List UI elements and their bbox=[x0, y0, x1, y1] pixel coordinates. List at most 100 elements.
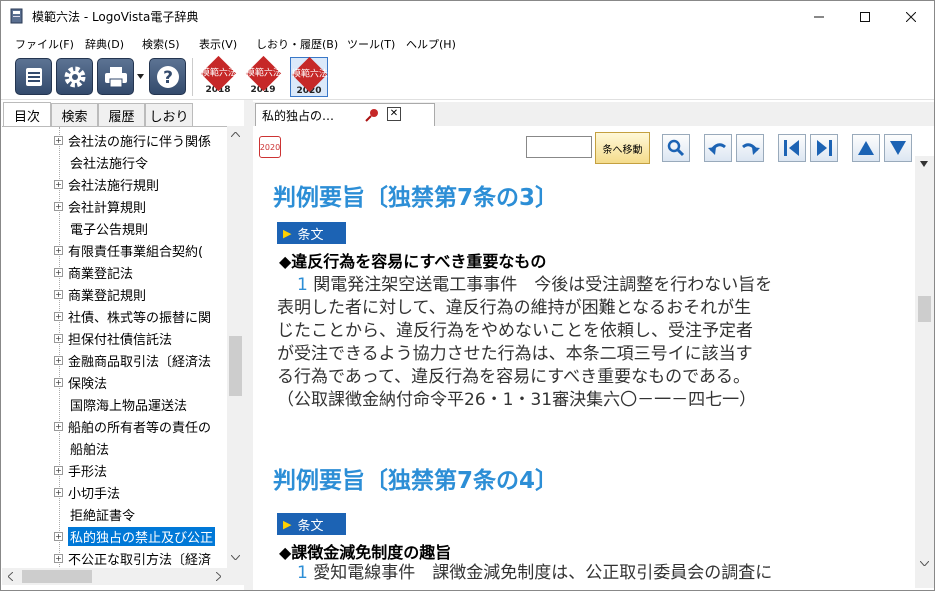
section-heading: 判例要旨〔独禁第7条の4〕 bbox=[273, 468, 559, 494]
tree-item[interactable]: + 手形法 bbox=[54, 459, 107, 481]
search-button[interactable] bbox=[662, 134, 690, 162]
tab-history[interactable]: 履歴 bbox=[98, 103, 145, 126]
scroll-left-arrow-icon[interactable] bbox=[8, 572, 13, 581]
edition-badge[interactable]: 2020 bbox=[259, 136, 281, 158]
document-tab[interactable]: 私的独占の… ✕ bbox=[255, 103, 435, 126]
menu-bookmark-history[interactable]: しおり・履歴(B) bbox=[256, 36, 338, 52]
article-text-link[interactable]: ▶ 条文 bbox=[277, 222, 346, 244]
tree-item[interactable]: + 社債、株式等の振替に関 bbox=[54, 305, 211, 327]
tree-item[interactable]: + 商業登記規則 bbox=[54, 283, 146, 305]
scroll-down-arrow-icon[interactable] bbox=[231, 555, 240, 560]
tree-item[interactable]: + 金融商品取引法〔経済法 bbox=[54, 349, 211, 371]
dictionary-list-button[interactable] bbox=[15, 58, 52, 95]
tree-item[interactable]: 拒絶証書令 bbox=[70, 503, 135, 525]
document-vertical-scrollbar[interactable] bbox=[915, 156, 934, 588]
print-button[interactable] bbox=[97, 58, 134, 95]
down-triangle-icon bbox=[890, 141, 906, 155]
tree-hscroll-thumb[interactable] bbox=[22, 570, 92, 583]
maximize-button[interactable] bbox=[842, 1, 888, 32]
tree-item[interactable]: + 船舶の所有者等の責任の bbox=[54, 415, 211, 437]
help-button[interactable]: ? bbox=[149, 58, 186, 95]
title-bar: 模範六法 - LogoVista電子辞典 bbox=[1, 1, 934, 32]
scroll-up-button[interactable] bbox=[852, 134, 880, 162]
expand-icon[interactable]: + bbox=[54, 377, 63, 387]
scroll-right-arrow-icon[interactable] bbox=[216, 572, 221, 581]
document-scroll-thumb[interactable] bbox=[918, 296, 931, 322]
menu-tools[interactable]: ツール(T) bbox=[347, 36, 395, 52]
pane-splitter[interactable] bbox=[244, 100, 253, 590]
paragraph-line: る行為であって、違反行為を容易にすべき重要なものである。 bbox=[277, 367, 750, 387]
tree-item[interactable]: 会社法施行令 bbox=[70, 151, 148, 173]
toolbar-separator bbox=[192, 58, 193, 96]
minimize-button[interactable] bbox=[796, 1, 842, 32]
expand-icon[interactable]: + bbox=[54, 267, 63, 277]
tree-item-label: 有限責任事業組合契約( bbox=[68, 244, 204, 260]
pin-icon[interactable] bbox=[365, 109, 379, 122]
menu-view[interactable]: 表示(V) bbox=[199, 36, 237, 52]
paragraph-line: （公取課徴金納付命令平26・1・31審決集六〇－一－四七一） bbox=[277, 390, 757, 410]
tree-horizontal-scrollbar[interactable] bbox=[2, 568, 244, 585]
app-book-icon bbox=[10, 8, 23, 24]
article-number-input[interactable] bbox=[526, 136, 592, 158]
settings-button[interactable] bbox=[56, 58, 93, 95]
tree-vertical-scrollbar[interactable] bbox=[227, 126, 244, 568]
previous-item-button[interactable] bbox=[778, 134, 806, 162]
history-back-button[interactable] bbox=[704, 134, 732, 162]
menu-help[interactable]: ヘルプ(H) bbox=[406, 36, 456, 52]
expand-icon[interactable]: + bbox=[54, 531, 63, 541]
expand-icon[interactable]: + bbox=[54, 311, 63, 321]
print-dropdown-arrow-icon[interactable] bbox=[137, 74, 144, 79]
tree-item[interactable]: + 小切手法 bbox=[54, 481, 120, 503]
tree-item[interactable]: 国際海上物品運送法 bbox=[70, 393, 187, 415]
tree-item[interactable]: + 会社法施行規則 bbox=[54, 173, 159, 195]
expand-icon[interactable]: + bbox=[54, 179, 63, 189]
expand-icon[interactable]: + bbox=[54, 355, 63, 365]
history-forward-button[interactable] bbox=[736, 134, 764, 162]
tab-bookmarks[interactable]: しおり bbox=[145, 103, 193, 126]
expand-icon[interactable]: + bbox=[54, 487, 63, 497]
dictionary-2019-button[interactable]: 模範六法 2019 bbox=[244, 55, 282, 97]
expand-icon[interactable]: + bbox=[54, 289, 63, 299]
dict-mark-2020: 模範六法 bbox=[290, 69, 328, 80]
tree-item[interactable]: + 商業登記法 bbox=[54, 261, 133, 283]
line-text: 愛知電線事件 課徴金減免制度は、公正取引委員会の調査に bbox=[313, 563, 773, 583]
tree-item[interactable]: 船舶法 bbox=[70, 437, 109, 459]
dictionary-2020-button[interactable]: 模範六法 2020 bbox=[290, 56, 328, 97]
paragraph-line: 表明した者に対して、違反行為の維持が困難となるおそれが生 bbox=[277, 298, 752, 318]
tree-item[interactable]: + 会社計算規則 bbox=[54, 195, 146, 217]
expand-icon[interactable]: + bbox=[54, 465, 63, 475]
tab-contents[interactable]: 目次 bbox=[3, 102, 51, 127]
scroll-down-arrow-icon[interactable] bbox=[920, 561, 929, 566]
next-icon bbox=[817, 140, 832, 156]
expand-icon[interactable]: + bbox=[54, 135, 63, 145]
tree-scroll-thumb[interactable] bbox=[229, 336, 242, 396]
expand-icon[interactable]: + bbox=[54, 553, 63, 563]
tree-item[interactable]: + 会社法の施行に伴う関係 bbox=[54, 129, 211, 151]
expand-icon[interactable]: + bbox=[54, 333, 63, 343]
tree-item[interactable]: + 不公正な取引方法〔経済 bbox=[54, 547, 211, 568]
expand-icon[interactable]: + bbox=[54, 201, 63, 211]
tab-search[interactable]: 検索 bbox=[51, 103, 98, 126]
tree-item[interactable]: 電子公告規則 bbox=[70, 217, 148, 239]
close-tab-button[interactable]: ✕ bbox=[387, 107, 401, 121]
expand-icon[interactable]: + bbox=[54, 421, 63, 431]
tree-item[interactable]: + 保険法 bbox=[54, 371, 107, 393]
tree-item[interactable]: + 有限責任事業組合契約( bbox=[54, 239, 203, 261]
scroll-down-button[interactable] bbox=[884, 134, 912, 162]
menu-dictionary[interactable]: 辞典(D) bbox=[85, 36, 124, 52]
article-text-link[interactable]: ▶ 条文 bbox=[277, 513, 346, 535]
next-item-button[interactable] bbox=[810, 134, 838, 162]
menu-file[interactable]: ファイル(F) bbox=[15, 36, 74, 52]
tree-item-label: 船舶の所有者等の責任の bbox=[68, 420, 212, 436]
main-toolbar: ? 模範六法 2018 模範六法 2019 模範六法 2020 bbox=[1, 54, 934, 100]
scroll-up-arrow-icon[interactable] bbox=[231, 132, 240, 137]
tree-item[interactable]: + 担保付社債信託法 bbox=[54, 327, 172, 349]
menu-search[interactable]: 検索(S) bbox=[142, 36, 180, 52]
expand-icon[interactable]: + bbox=[54, 245, 63, 255]
goto-article-button[interactable]: 条へ移動 bbox=[595, 132, 650, 164]
tree-item-selected[interactable]: + 私的独占の禁止及び公正 bbox=[54, 525, 216, 547]
dictionary-2018-button[interactable]: 模範六法 2018 bbox=[199, 55, 237, 97]
gear-icon bbox=[64, 66, 85, 87]
close-window-button[interactable] bbox=[888, 1, 934, 32]
scroll-down-small-icon[interactable] bbox=[920, 161, 928, 167]
